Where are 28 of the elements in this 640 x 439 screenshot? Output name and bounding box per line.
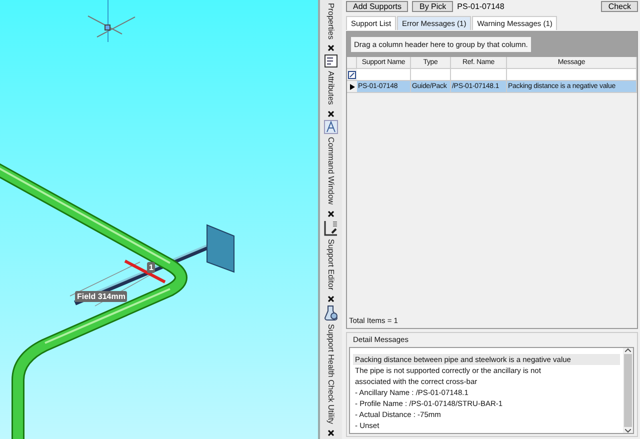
- check-button[interactable]: Check: [601, 0, 638, 12]
- dimension-label: Field 314mm: [75, 291, 128, 302]
- flask-icon: [323, 304, 339, 321]
- filter-cell[interactable]: [507, 69, 637, 81]
- close-icon[interactable]: [328, 111, 334, 118]
- scroll-up-icon: [625, 348, 631, 352]
- support-field[interactable]: PS-01-07148: [457, 2, 518, 10]
- toolbar-button[interactable]: By Pick: [412, 0, 454, 12]
- form-icon: [324, 54, 338, 68]
- scroll-down-icon: [625, 429, 631, 433]
- editor-icon: [324, 220, 338, 236]
- dock-tab[interactable]: Properties: [326, 0, 336, 42]
- dock-tab[interactable]: Attributes: [326, 68, 336, 108]
- filter-cell[interactable]: [411, 69, 451, 81]
- close-icon[interactable]: [328, 210, 334, 217]
- dock-tab[interactable]: Support Health Check Utility: [326, 320, 336, 427]
- row-pointer-icon: [350, 84, 354, 90]
- dock-tab[interactable]: Support Editor: [326, 236, 336, 293]
- close-icon[interactable]: [328, 430, 334, 436]
- filter-cell[interactable]: [357, 69, 411, 81]
- toolbar-button[interactable]: Add Supports: [346, 0, 408, 12]
- filter-cell[interactable]: [451, 69, 507, 81]
- close-icon[interactable]: [328, 296, 334, 302]
- letter-icon: [324, 120, 338, 134]
- filter-icon: [348, 70, 356, 78]
- support-tag: 1: [147, 262, 156, 273]
- dock-tab[interactable]: Command Window: [326, 134, 336, 208]
- close-icon[interactable]: [328, 45, 334, 52]
